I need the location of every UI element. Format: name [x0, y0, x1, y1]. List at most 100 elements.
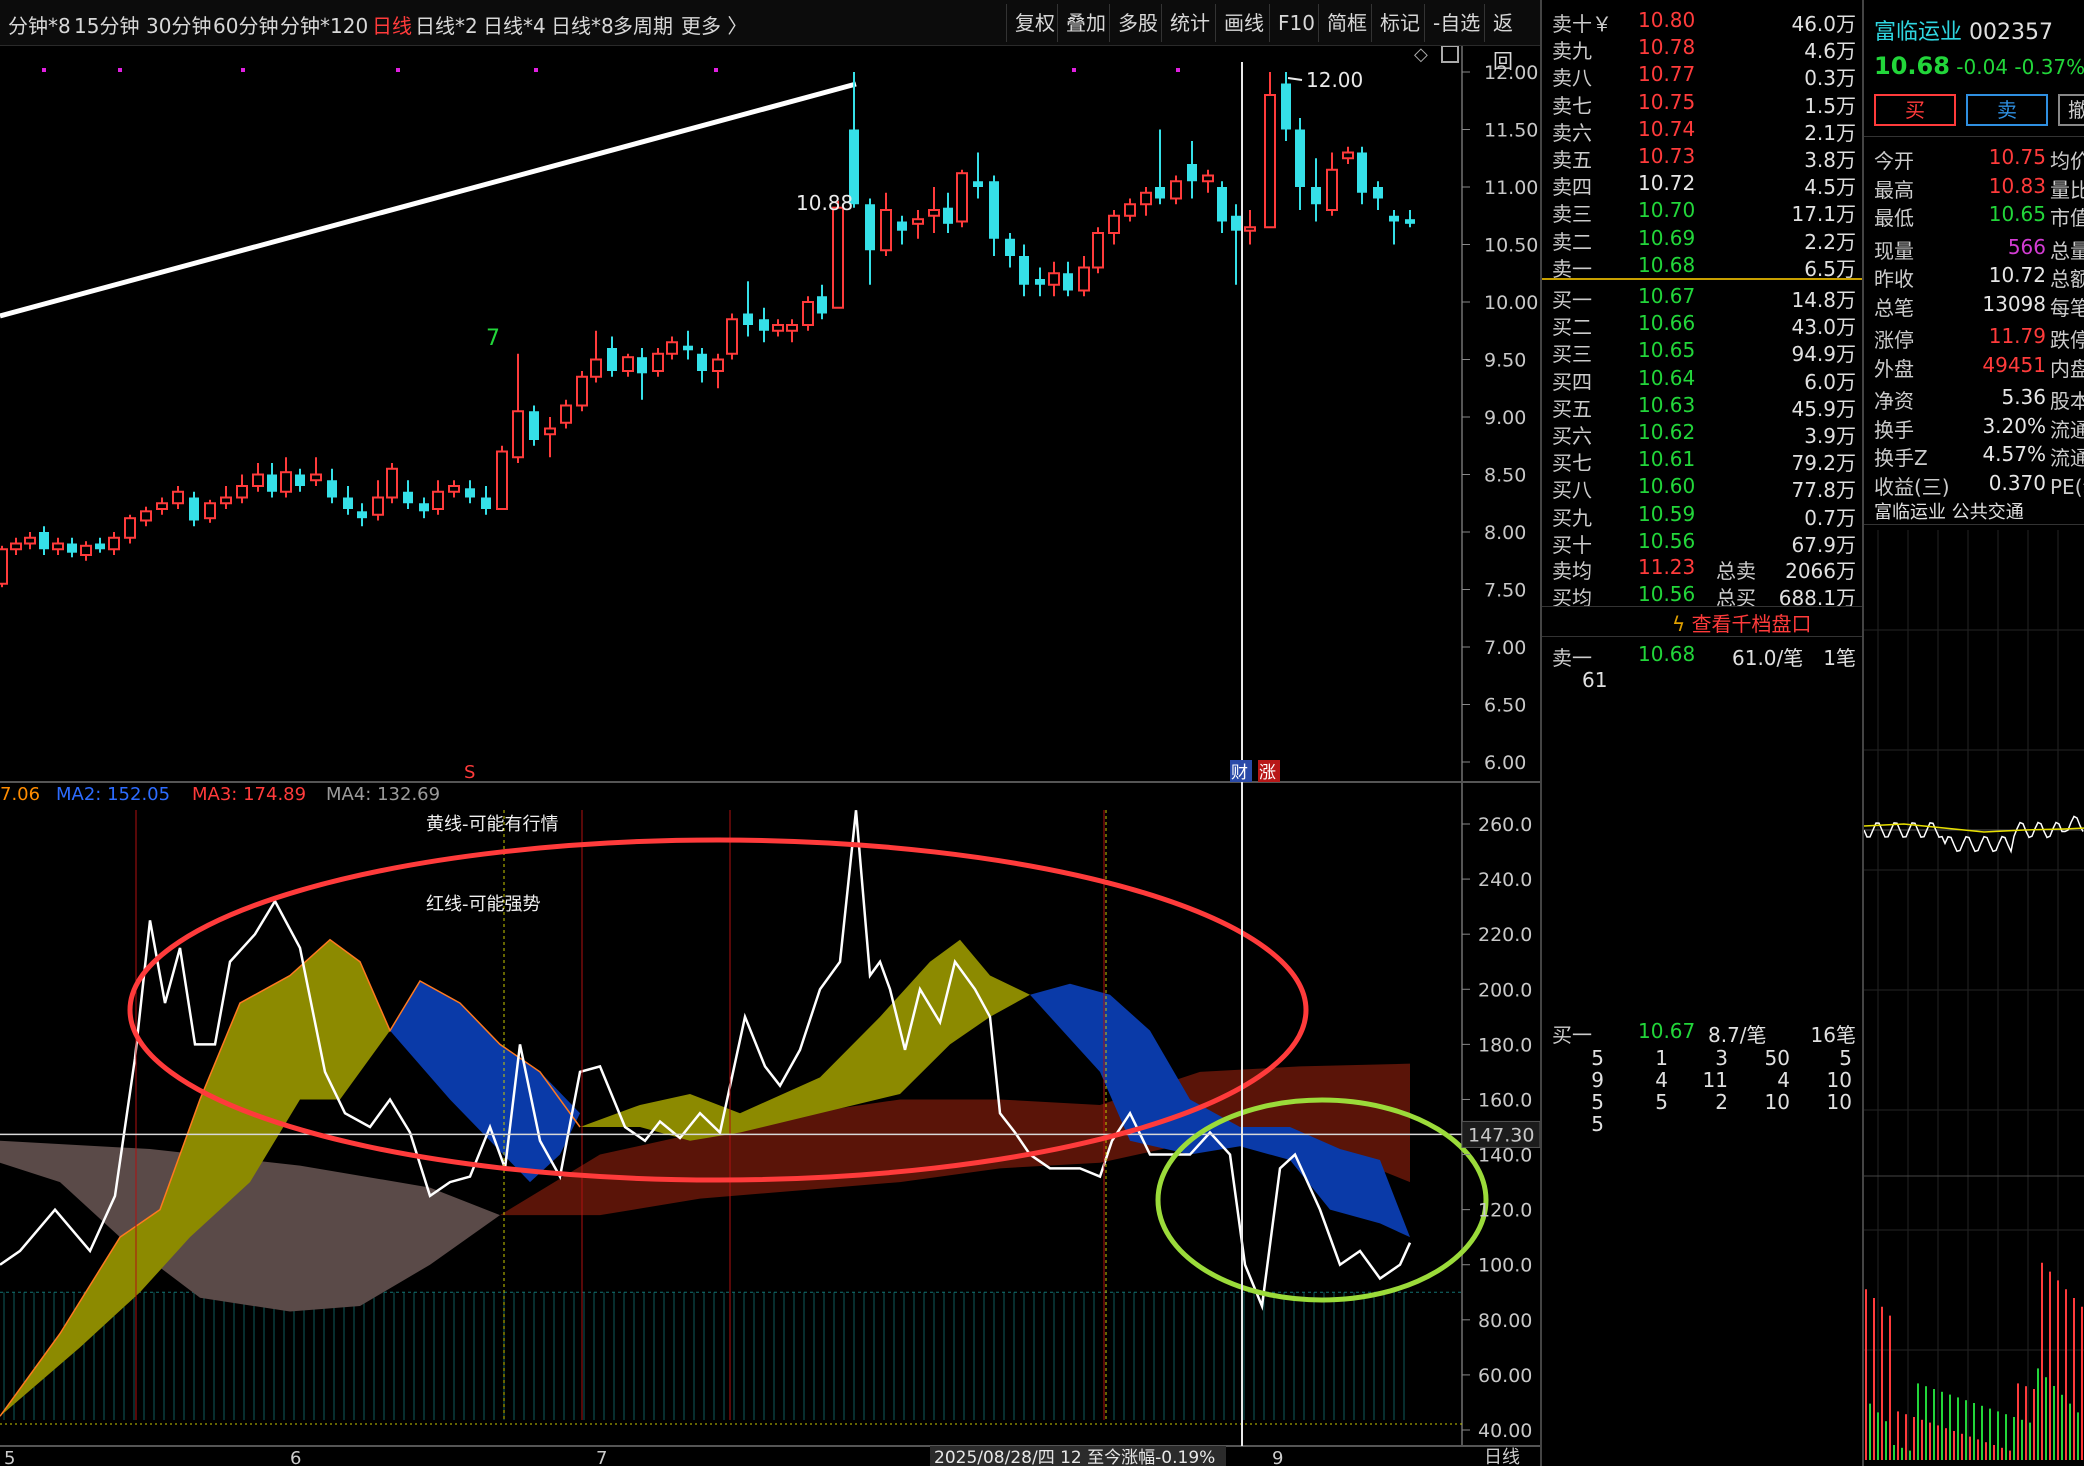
period-tab[interactable]: 60分钟 [213, 10, 278, 39]
mini-avg-line [1864, 823, 2084, 833]
buy-level-row: 买八 10.60 77.8万 [1542, 472, 1864, 502]
field-value: 5.36 [2001, 385, 2046, 409]
level-price: 10.61 [1638, 447, 1696, 472]
queue-per-order: 8.7/笔 [1708, 1023, 1767, 1047]
queue-count: 16笔 [1810, 1023, 1856, 1047]
level-price: 10.68 [1638, 252, 1696, 277]
toolbar-button[interactable]: 返回 [1484, 4, 1540, 73]
indicator-tick-label: 240.0 [1478, 869, 1532, 891]
candle-body [560, 404, 572, 424]
candle-body [267, 474, 277, 492]
candle-body [448, 485, 460, 493]
sell-average-row: 卖均 11.23 总卖 2066万 [1542, 553, 1864, 583]
period-tab[interactable]: 15分钟 [74, 10, 139, 39]
period-tab[interactable]: 分钟*8 [8, 10, 71, 39]
queue-order: 61 [1582, 668, 1608, 692]
candle-body [95, 543, 105, 550]
level-price: 10.70 [1638, 198, 1696, 223]
candle-body [772, 324, 784, 332]
date-tick-label: 5 [4, 1448, 15, 1466]
signal-dot [396, 68, 400, 72]
toolbar-button[interactable]: -自选 [1424, 4, 1488, 42]
field-label: 收益(三) [1874, 474, 1950, 499]
toolbar-button[interactable]: 叠加 [1057, 4, 1114, 42]
sell-level-row: 卖九 10.78 4.6万 [1542, 33, 1864, 63]
white-trend-line [0, 81, 857, 319]
buy-level-row: 买一 10.67 14.8万 [1542, 282, 1864, 312]
candle-body [832, 206, 844, 309]
candle-body [1264, 94, 1276, 229]
queue-order: 5 [1839, 1046, 1852, 1070]
toolbar-button[interactable]: F10 [1269, 4, 1323, 42]
buy-button[interactable]: 买 [1874, 94, 1956, 126]
candle-body [590, 358, 602, 378]
level-price: 10.56 [1638, 528, 1696, 553]
field-right-label: 市值 [2050, 206, 2084, 230]
marker-zhang: 涨 [1259, 763, 1276, 783]
toolbar-button[interactable]: 画线 [1215, 4, 1272, 42]
queue-order: 2 [1715, 1090, 1728, 1114]
date-tick-label: 9 [1272, 1448, 1283, 1466]
candle-body [529, 411, 539, 440]
period-tab[interactable]: 多周期 [613, 10, 673, 39]
candle-body [576, 375, 588, 407]
candle-body [1217, 187, 1227, 222]
window-icon [1441, 46, 1459, 63]
field-value: 11.79 [1988, 324, 2046, 348]
field-value: 10.65 [1988, 202, 2046, 226]
buy-queue-header: 买一 10.67 8.7/笔 16笔 [1542, 1017, 1864, 1047]
period-tab[interactable]: 日线 [372, 10, 412, 39]
candle-body [124, 517, 136, 539]
kline-chart[interactable]: 12.00 11.50 11.00 10.50 10.00 9.50 9.00 8.50 8.0… [0, 46, 1540, 1466]
candle-body [637, 357, 647, 374]
candle-body [989, 181, 999, 239]
candle-body [1281, 83, 1291, 130]
signal-dot [241, 68, 245, 72]
cancel-button[interactable]: 撤 [2058, 94, 2084, 126]
info-field-row: 换手Z 4.57% 流通 [1864, 439, 2084, 470]
candle-body [607, 348, 617, 371]
stock-tag: 富临运业 [1874, 502, 1946, 523]
field-value: 3.20% [1982, 413, 2046, 438]
buy-level-row: 买二 10.66 43.0万 [1542, 309, 1864, 339]
info-field-row: 换手 3.20% 流通 [1864, 411, 2084, 442]
period-tab[interactable]: 日线*8 [551, 10, 614, 39]
queue-order: 50 [1764, 1046, 1790, 1070]
peak-pointer [1287, 77, 1303, 81]
candle-body [1108, 214, 1120, 234]
level-price: 10.80 [1638, 8, 1696, 32]
field-label: 最低 [1874, 206, 1914, 230]
candle-body [156, 502, 168, 510]
candle-body [24, 536, 36, 545]
queue-order: 10 [1764, 1090, 1790, 1114]
candle-body [1155, 187, 1165, 199]
period-tab[interactable]: 分钟*120 [280, 10, 368, 39]
signal-dot [1176, 68, 1180, 72]
info-field-row: 最低 10.65 市值 [1864, 199, 2084, 230]
toolbar-button[interactable]: 简框 [1318, 4, 1375, 42]
period-tab[interactable]: 日线*4 [483, 10, 546, 39]
candle-body [1389, 215, 1399, 222]
candle-body [683, 345, 693, 351]
candle-body [759, 319, 769, 331]
indicator-tick-label: 100.0 [1478, 1255, 1532, 1277]
period-tab[interactable]: 更多 〉 [681, 10, 747, 39]
period-tab[interactable]: 日线*2 [415, 10, 478, 39]
buy-level-row: 买十 10.56 67.9万 [1542, 527, 1864, 557]
sell-button[interactable]: 卖 [1966, 94, 2048, 126]
blue-band-left [390, 981, 580, 1183]
buy-average-price: 10.56 [1638, 582, 1696, 606]
toolbar-button[interactable]: 统计 [1161, 4, 1218, 42]
toolbar-button[interactable]: 标记 [1371, 4, 1428, 42]
toolbar-button[interactable]: 多股 [1109, 4, 1166, 42]
date-tick-label: 7 [596, 1448, 607, 1466]
thousand-depth-link[interactable]: ϟ 查看千档盘口 [1672, 608, 1812, 637]
queue-label: 卖一 [1552, 646, 1592, 670]
period-tab[interactable]: 30分钟 [146, 10, 211, 39]
queue-order: 5 [1655, 1090, 1668, 1114]
price-change: -0.04 [1949, 55, 2009, 79]
candle-body [1357, 152, 1367, 193]
toolbar-button[interactable]: 复权 [1006, 4, 1063, 42]
candle-body [1019, 256, 1029, 285]
candle-body [817, 296, 827, 314]
